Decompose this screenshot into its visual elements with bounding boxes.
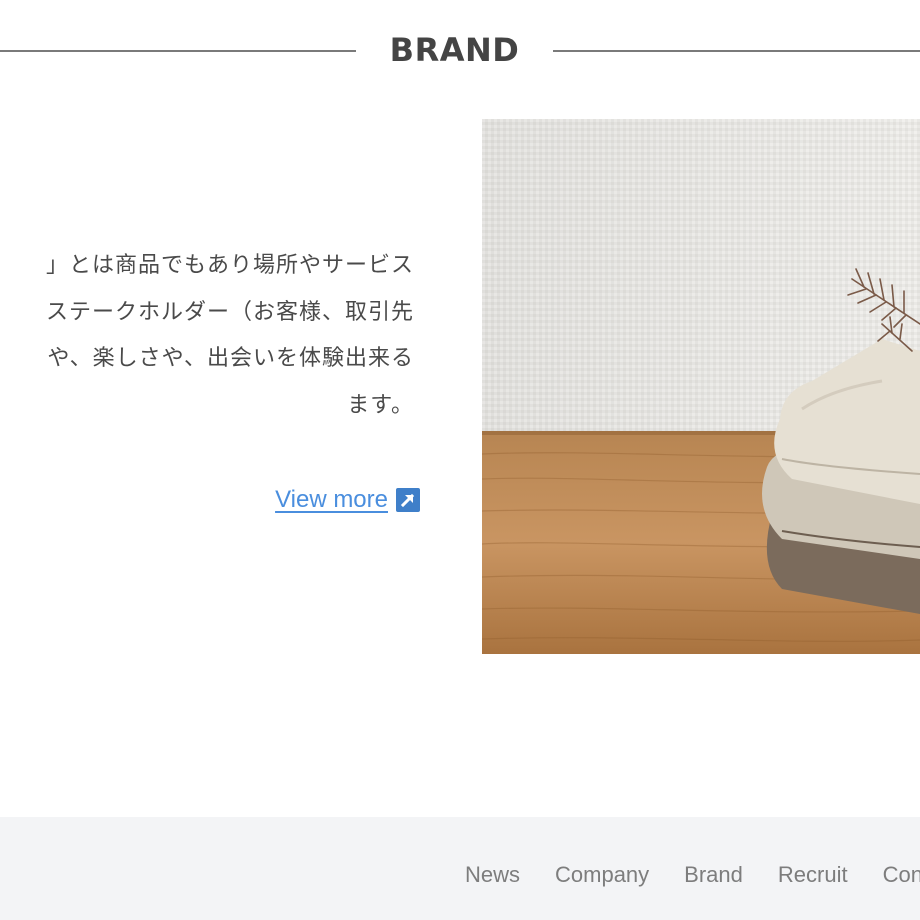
footer-link-recruit[interactable]: Recruit bbox=[778, 860, 848, 890]
footer-nav: News Company Brand Recruit Contact bbox=[465, 860, 920, 890]
footer-link-brand[interactable]: Brand bbox=[684, 860, 743, 890]
brand-description-line: ます。 bbox=[347, 392, 414, 418]
footer-link-company[interactable]: Company bbox=[555, 860, 649, 890]
brand-description-line: や、楽しさや、出会いを体験出来る bbox=[47, 346, 414, 371]
brand-description-line: ステークホルダー（お客様、取引先 bbox=[45, 299, 414, 325]
view-more-label: View more bbox=[275, 486, 388, 513]
view-more-link[interactable]: View more bbox=[275, 482, 420, 518]
footer-link-contact[interactable]: Contact bbox=[883, 860, 920, 890]
brand-description-line: 」とは商品でもあり場所やサービス bbox=[45, 253, 414, 278]
heading-divider-right bbox=[553, 50, 920, 52]
section-heading: BRAND bbox=[0, 28, 920, 74]
footer-link-news[interactable]: News bbox=[465, 860, 520, 890]
external-arrow-icon bbox=[396, 488, 420, 512]
section-title: BRAND bbox=[389, 31, 520, 69]
brand-photo bbox=[482, 119, 920, 654]
heading-divider-left bbox=[0, 50, 356, 52]
brand-description: 」とは商品でもあり場所やサービス ステークホルダー（お客様、取引先 や、楽しさや… bbox=[0, 243, 414, 429]
page: BRAND 」とは商品でもあり場所やサービス ステークホルダー（お客様、取引先 … bbox=[0, 0, 920, 920]
